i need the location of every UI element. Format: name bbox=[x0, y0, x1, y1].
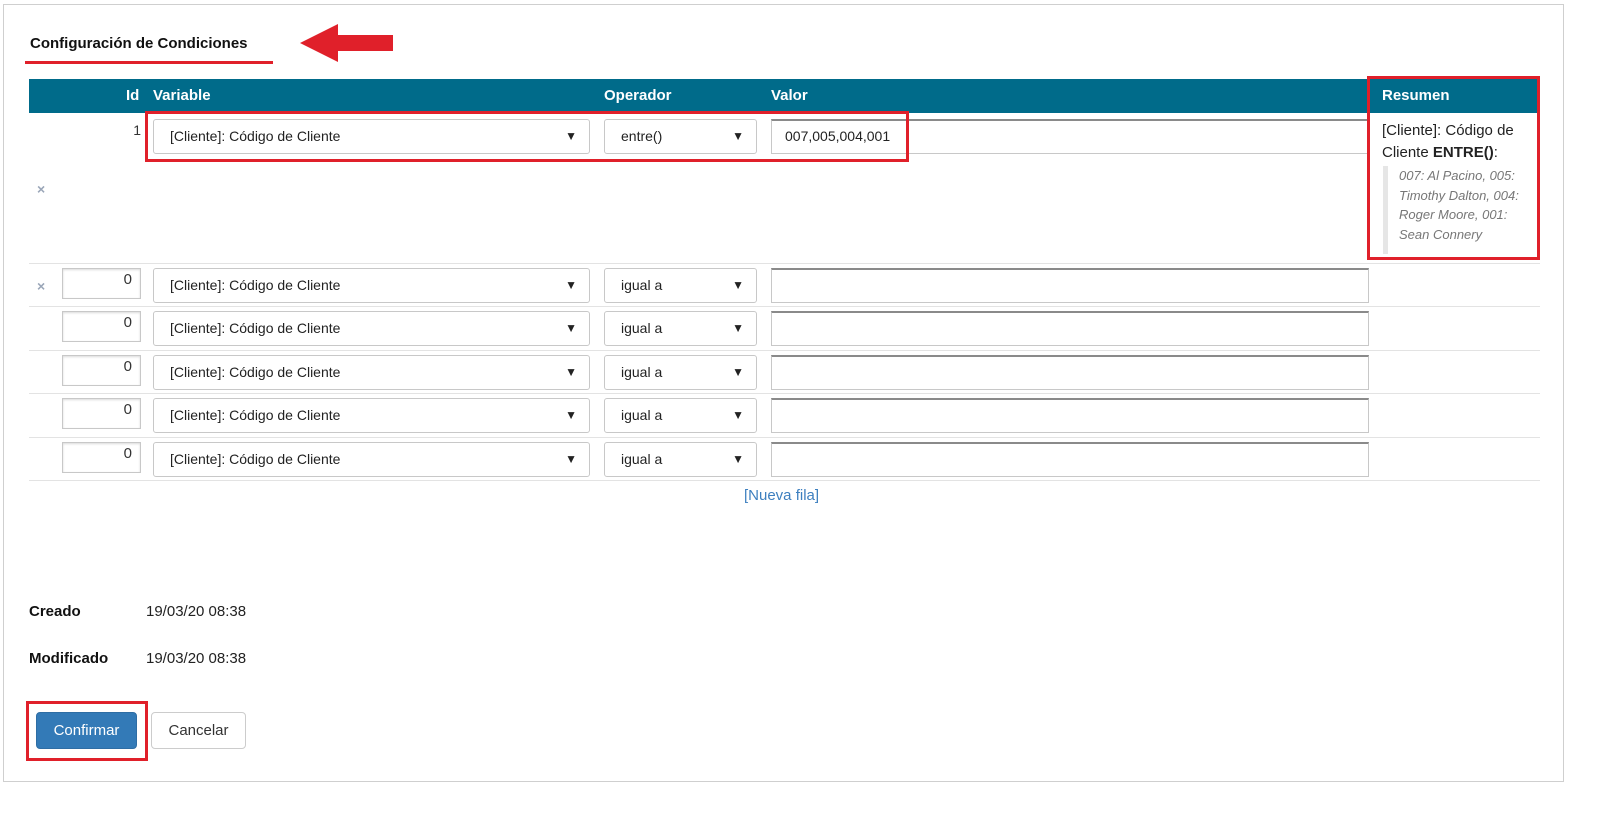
dropdown-caret-icon: ▼ bbox=[565, 365, 577, 379]
variable-select[interactable]: [Cliente]: Código de Cliente ▼ bbox=[153, 398, 590, 433]
valor-input[interactable] bbox=[771, 311, 1369, 346]
header-id: Id bbox=[126, 87, 140, 104]
cancel-button[interactable]: Cancelar bbox=[151, 712, 246, 749]
row-divider bbox=[29, 306, 1540, 307]
operador-select[interactable]: igual a ▼ bbox=[604, 442, 757, 477]
dropdown-caret-icon: ▼ bbox=[565, 408, 577, 422]
valor-input[interactable] bbox=[771, 268, 1369, 303]
annotation-arrow-icon bbox=[300, 24, 393, 62]
highlight-box-confirm bbox=[26, 701, 148, 761]
modified-value: 19/03/20 08:38 bbox=[146, 650, 247, 667]
valor-input[interactable] bbox=[771, 355, 1369, 390]
created-value: 19/03/20 08:38 bbox=[146, 603, 247, 620]
id-input[interactable]: 0 bbox=[62, 268, 141, 299]
dropdown-caret-icon: ▼ bbox=[732, 321, 744, 335]
row-divider bbox=[29, 437, 1540, 438]
row-divider bbox=[29, 393, 1540, 394]
row-divider bbox=[29, 480, 1540, 481]
new-row-link[interactable]: [Nueva fila] bbox=[744, 487, 819, 504]
row-divider bbox=[29, 263, 1540, 264]
created-label: Creado bbox=[29, 603, 81, 620]
dropdown-caret-icon: ▼ bbox=[732, 452, 744, 466]
operador-select[interactable]: igual a ▼ bbox=[604, 311, 757, 346]
title-underline bbox=[25, 61, 273, 64]
delete-row-icon[interactable]: × bbox=[37, 181, 45, 197]
dropdown-caret-icon: ▼ bbox=[732, 408, 744, 422]
header-variable: Variable bbox=[153, 87, 211, 104]
dropdown-caret-icon: ▼ bbox=[565, 278, 577, 292]
operador-select[interactable]: igual a ▼ bbox=[604, 355, 757, 390]
operador-select[interactable]: igual a ▼ bbox=[604, 398, 757, 433]
highlight-box-resumen bbox=[1367, 76, 1540, 260]
dropdown-caret-icon: ▼ bbox=[565, 452, 577, 466]
dropdown-caret-icon: ▼ bbox=[732, 365, 744, 379]
highlight-box-condition bbox=[145, 111, 909, 162]
id-input[interactable]: 0 bbox=[62, 442, 141, 473]
row-divider bbox=[29, 350, 1540, 351]
operador-select[interactable]: igual a ▼ bbox=[604, 268, 757, 303]
valor-input[interactable] bbox=[771, 442, 1369, 477]
variable-select[interactable]: [Cliente]: Código de Cliente ▼ bbox=[153, 311, 590, 346]
variable-select[interactable]: [Cliente]: Código de Cliente ▼ bbox=[153, 442, 590, 477]
header-operador: Operador bbox=[604, 87, 672, 104]
id-input[interactable]: 0 bbox=[62, 398, 141, 429]
modified-label: Modificado bbox=[29, 650, 109, 667]
valor-input[interactable] bbox=[771, 398, 1369, 433]
row-id: 1 bbox=[133, 122, 141, 138]
dropdown-caret-icon: ▼ bbox=[565, 321, 577, 335]
variable-select[interactable]: [Cliente]: Código de Cliente ▼ bbox=[153, 355, 590, 390]
delete-row-icon[interactable]: × bbox=[37, 278, 45, 294]
variable-select[interactable]: [Cliente]: Código de Cliente ▼ bbox=[153, 268, 590, 303]
id-input[interactable]: 0 bbox=[62, 355, 141, 386]
dropdown-caret-icon: ▼ bbox=[732, 278, 744, 292]
section-title: Configuración de Condiciones bbox=[30, 35, 248, 52]
header-valor: Valor bbox=[771, 87, 808, 104]
id-input[interactable]: 0 bbox=[62, 311, 141, 342]
